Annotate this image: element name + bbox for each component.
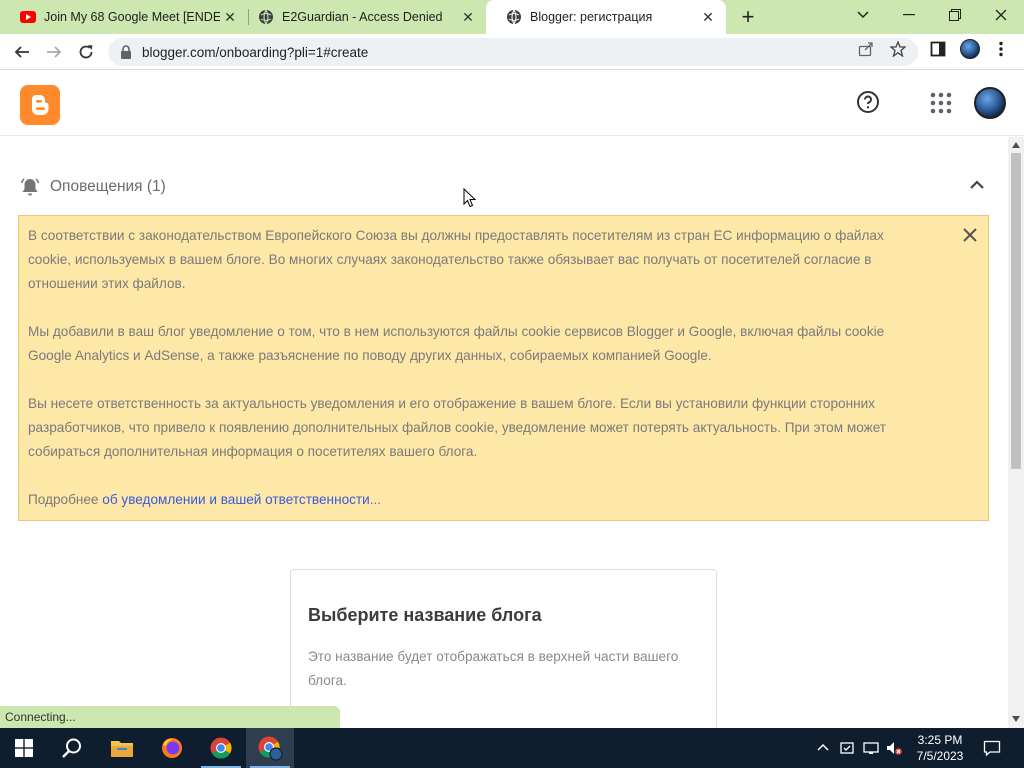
close-window-button[interactable] — [978, 0, 1024, 30]
close-tab-icon[interactable]: ✕ — [220, 7, 240, 27]
reload-icon — [79, 45, 93, 59]
notice-paragraph: Мы добавили в ваш блог уведомление о том… — [28, 324, 885, 363]
chrome-profile-icon — [258, 736, 283, 761]
chrome-icon — [210, 737, 232, 759]
windows-logo-icon — [15, 739, 33, 757]
browser-status-bubble: Connecting... — [0, 706, 340, 728]
apps-grid-icon[interactable] — [930, 92, 952, 114]
taskbar-chrome-profile[interactable] — [246, 728, 294, 768]
forward-button[interactable] — [40, 38, 68, 66]
youtube-icon — [20, 11, 36, 23]
back-button[interactable] — [8, 38, 36, 66]
scroll-down-icon[interactable] — [1012, 715, 1020, 723]
new-tab-button[interactable]: + — [736, 5, 760, 29]
eu-cookie-notice: В соответствии с законодательством Европ… — [18, 215, 989, 521]
globe-icon — [259, 9, 273, 25]
bookmark-star-icon[interactable] — [889, 40, 907, 58]
arrow-right-icon — [47, 46, 62, 58]
notice-learn-more-link[interactable]: об уведомлении и вашей ответственности — [102, 492, 369, 507]
restore-button[interactable] — [932, 0, 978, 30]
arrow-left-icon — [14, 46, 29, 58]
dialog-title: Выберите название блога — [308, 605, 542, 625]
search-icon — [62, 738, 81, 758]
lock-icon — [121, 45, 131, 59]
taskbar-chrome[interactable] — [197, 728, 245, 768]
close-tab-icon[interactable]: ✕ — [458, 7, 478, 27]
tab-title: Join My 68 Google Meet [ENDED — [44, 10, 220, 24]
tab-google-meet[interactable]: Join My 68 Google Meet [ENDED ✕ — [0, 0, 248, 34]
tab-title: E2Guardian - Access Denied — [282, 10, 443, 24]
close-icon[interactable] — [961, 226, 979, 244]
browser-toolbar: blogger.com/onboarding?pli=1#create — [0, 34, 1024, 70]
blogger-header — [0, 71, 1024, 136]
close-tab-icon[interactable]: ✕ — [698, 7, 718, 27]
notice-paragraph: В соответствии с законодательством Европ… — [28, 228, 884, 291]
dialog-description: Это название будет отображаться в верхне… — [308, 649, 679, 688]
help-icon[interactable] — [856, 90, 880, 114]
more-prefix: Подробнее — [28, 492, 103, 507]
side-panel-icon[interactable] — [929, 40, 947, 58]
clock-time: 3:25 PM — [917, 733, 963, 747]
page-scrollbar[interactable] — [1008, 137, 1024, 728]
firefox-icon — [162, 738, 182, 758]
notification-center-icon[interactable] — [983, 739, 1001, 757]
chevron-up-icon[interactable] — [815, 740, 831, 756]
network-icon[interactable] — [863, 740, 879, 756]
tab-search-icon[interactable] — [840, 0, 886, 30]
chevron-up-icon[interactable] — [968, 178, 986, 192]
notice-paragraph: Вы несете ответственность за актуальност… — [28, 396, 887, 459]
start-button[interactable] — [0, 728, 48, 768]
scrollbar-thumb[interactable] — [1011, 153, 1021, 469]
device-tray-icon[interactable] — [839, 740, 855, 756]
address-bar[interactable]: blogger.com/onboarding?pli=1#create — [108, 38, 918, 66]
profile-avatar[interactable] — [960, 39, 980, 59]
scroll-up-icon[interactable] — [1012, 141, 1020, 149]
search-button[interactable] — [48, 728, 96, 768]
tab-e2guardian[interactable]: E2Guardian - Access Denied ✕ — [238, 0, 486, 34]
tab-strip: Join My 68 Google Meet [ENDED ✕ E2Guardi… — [0, 0, 1024, 34]
minimize-button[interactable] — [886, 0, 932, 30]
more-menu-icon[interactable] — [992, 40, 1010, 58]
url-text: blogger.com/onboarding?pli=1#create — [142, 44, 369, 60]
mouse-cursor-icon — [463, 188, 477, 208]
clock-date: 7/5/2023 — [916, 749, 964, 763]
globe-icon — [507, 9, 521, 25]
taskbar-firefox[interactable] — [148, 728, 196, 768]
taskbar-file-explorer[interactable] — [98, 728, 146, 768]
more-ellipsis: ... — [369, 492, 382, 507]
account-avatar[interactable] — [974, 87, 1006, 119]
tab-title: Blogger: регистрация — [530, 10, 653, 24]
volume-muted-icon[interactable] — [886, 740, 902, 756]
notifications-title: Оповещения (1) — [50, 178, 166, 195]
blogger-logo-icon[interactable] — [20, 85, 60, 125]
tab-blogger[interactable]: Blogger: регистрация ✕ — [486, 0, 726, 34]
folder-icon — [111, 741, 133, 757]
system-clock[interactable]: 3:25 PM 7/5/2023 — [910, 732, 970, 764]
windows-taskbar: 3:25 PM 7/5/2023 — [0, 728, 1024, 768]
bell-icon — [20, 178, 40, 196]
reload-button[interactable] — [72, 38, 100, 66]
notice-more-line: Подробнее об уведомлении и вашей ответст… — [28, 488, 928, 512]
share-icon[interactable] — [857, 40, 875, 58]
notifications-header[interactable]: Оповещения (1) — [20, 176, 166, 198]
